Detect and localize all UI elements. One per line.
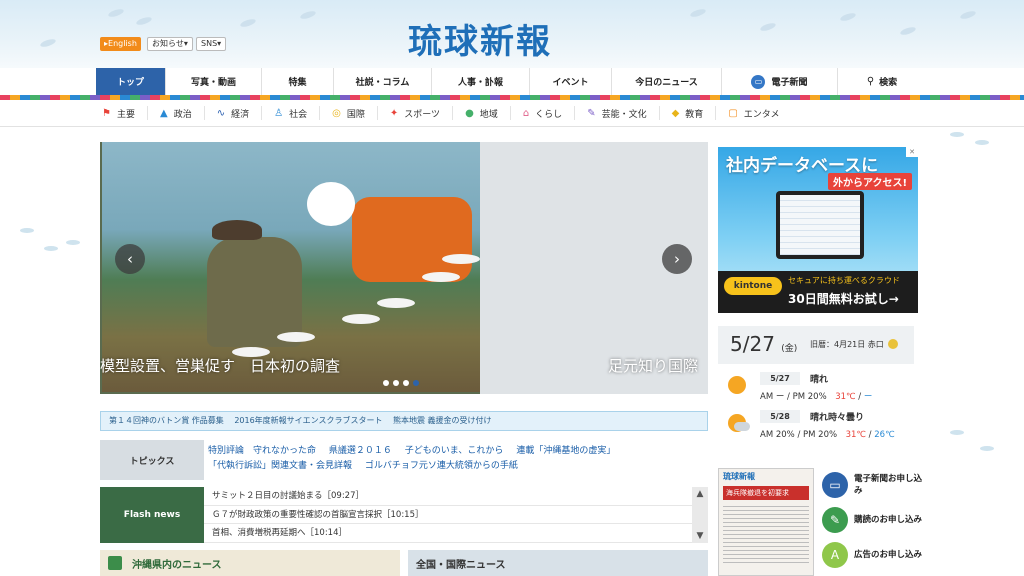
building-icon: ▲: [159, 107, 168, 119]
next-slide-caption[interactable]: 足元知り国際: [608, 355, 698, 376]
okinawa-map-icon: [108, 556, 122, 570]
newspaper-icon: ✎: [822, 507, 848, 533]
sns-dropdown[interactable]: SNS▾: [196, 37, 227, 51]
flag-icon: ⚑: [102, 107, 111, 119]
topic-link[interactable]: 子どものいま、これから: [405, 446, 504, 456]
site-logo[interactable]: 琉球新報: [408, 14, 552, 63]
cap-icon: ◆: [671, 107, 680, 119]
announcement-ticker[interactable]: 第１４回神のバトン賞 作品募集 2016年度新報サイエンスクラブスタート 熊本地…: [100, 411, 708, 431]
ad-brand: kintone: [724, 277, 782, 295]
scroll-up-button[interactable]: ▲: [692, 487, 708, 501]
next-slide-button[interactable]: ›: [662, 244, 692, 274]
pin-icon: ●: [465, 107, 474, 119]
people-icon: ♙: [274, 107, 284, 119]
nav-events[interactable]: イベント: [530, 68, 612, 95]
chevron-left-icon: ‹: [127, 250, 133, 268]
e-paper-signup-link[interactable]: ▭ 電子新聞お申し込み: [822, 468, 922, 502]
slider-dot[interactable]: [383, 380, 389, 386]
nav-personnel[interactable]: 人事・訃報: [432, 68, 530, 95]
flash-news-item[interactable]: 首相、消費増税再延期へ［10:14］: [204, 524, 692, 544]
category-main[interactable]: ⚑ 主要: [90, 106, 148, 120]
topics-links: 特別評論 守れなかった命 県議選２０１６ 子どものいま、これから 連載「沖縄基地…: [208, 444, 708, 474]
national-news-heading[interactable]: 全国・国際ニュース: [408, 550, 708, 576]
lunar-date: 旧暦：4月21日 赤口: [810, 339, 899, 350]
chevron-up-icon: ▲: [696, 489, 704, 499]
brush-icon: ✎: [587, 107, 596, 119]
screen-icon: ▢: [728, 107, 738, 119]
newspaper-thumbnail[interactable]: 琉球新報 海兵隊撤退を初要求: [718, 468, 814, 576]
chevron-down-icon: ▼: [696, 531, 704, 541]
slider-dot[interactable]: [393, 380, 399, 386]
runner-icon: ✦: [389, 107, 399, 119]
monitor-icon: ▭: [751, 74, 766, 89]
sun-cloud-icon: [728, 414, 750, 432]
scroll-down-button[interactable]: ▼: [692, 529, 708, 543]
house-icon: ⌂: [522, 107, 530, 119]
subscription-signup-link[interactable]: ✎ 購読のお申し込み: [822, 503, 922, 537]
advertising-signup-link[interactable]: A 広告のお申し込み: [822, 538, 922, 572]
moon-icon: [888, 339, 899, 349]
category-nav: ⚑ 主要 ▲ 政治 ∿ 経済 ♙ 社会 ◎ 国際 ✦ スポーツ ● 地域 ⌂ くらし ✎ 芸能・文…: [90, 100, 940, 126]
advertisement-banner[interactable]: 社内データベースに 外からアクセス! kintone セキュアに持ち運べるクラウ…: [718, 147, 918, 313]
nav-photo-video[interactable]: 写真・動画: [166, 68, 262, 95]
main-nav: トップ 写真・動画 特集 社説・コラム 人事・訃報 イベント 今日のニュース ▭…: [96, 68, 926, 95]
trend-icon: ∿: [216, 107, 226, 119]
globe-icon: ◎: [332, 107, 341, 119]
category-international[interactable]: ◎ 国際: [320, 106, 378, 120]
sun-icon: [728, 376, 746, 394]
category-arts[interactable]: ✎ 芸能・文化: [575, 106, 660, 120]
nav-features[interactable]: 特集: [262, 68, 334, 95]
slider-dot[interactable]: [403, 380, 409, 386]
category-society[interactable]: ♙ 社会: [262, 106, 321, 120]
newspaper-headline: 海兵隊撤退を初要求: [723, 486, 809, 500]
nav-top[interactable]: トップ: [96, 68, 166, 95]
weather-row: 5/28 晴れ時々曇り AM 20% / PM 20% 31℃ / 26℃: [718, 406, 914, 444]
topic-link[interactable]: 県議選２０１６: [329, 446, 392, 456]
topic-link[interactable]: 特別評論 守れなかった命: [208, 446, 316, 456]
ad-cta: 30日間無料お試し→: [788, 292, 899, 306]
category-region[interactable]: ● 地域: [453, 106, 511, 120]
featured-slider[interactable]: 模型設置、営巣促す 日本初の調査 足元知り国際 ‹ ›: [100, 142, 708, 394]
weather-header: 5/27 (金) 旧暦：4月21日 赤口: [718, 326, 914, 364]
ad-icon: A: [822, 542, 848, 568]
header-band: 琉球新報: [0, 0, 1024, 68]
weather-date: 5/27 (金): [730, 332, 798, 356]
tablet-image: [776, 191, 864, 259]
chevron-right-icon: ›: [674, 250, 680, 268]
topics-label: トピックス: [100, 440, 204, 480]
flash-news-item[interactable]: サミット２日目の討議始まる［09:27］: [204, 487, 692, 506]
topic-link[interactable]: 連載「沖縄基地の虚実」: [516, 446, 615, 456]
flash-news-item[interactable]: Ｇ７が財政政策の重要性確認の首脳宣言採択［10:15］: [204, 506, 692, 525]
category-education[interactable]: ◆ 教育: [660, 106, 717, 120]
newspaper-title: 琉球新報: [723, 472, 755, 481]
local-news-heading[interactable]: 沖縄県内のニュース: [100, 550, 400, 576]
slider-dots: [383, 380, 419, 386]
nav-e-paper[interactable]: ▭ 電子新聞: [722, 68, 838, 95]
slider-dot-active[interactable]: [413, 380, 419, 386]
flash-news-scroller: ▲ ▼: [692, 487, 708, 543]
ad-subhead: 外からアクセス!: [828, 173, 913, 190]
category-entertainment[interactable]: ▢ エンタメ: [716, 106, 791, 120]
monitor-icon: ▭: [822, 472, 848, 498]
ad-close-icon[interactable]: ✕: [906, 147, 918, 157]
english-link[interactable]: ▸English: [100, 37, 141, 51]
notices-dropdown[interactable]: お知らせ▾: [147, 37, 193, 51]
ad-tagline: セキュアに持ち運べるクラウド: [788, 276, 900, 285]
category-life[interactable]: ⌂ くらし: [511, 106, 576, 120]
flash-news-list: サミット２日目の討議始まる［09:27］ Ｇ７が財政政策の重要性確認の首脳宣言採…: [204, 487, 692, 544]
slide-caption[interactable]: 模型設置、営巣促す 日本初の調査: [100, 355, 340, 376]
flash-news-label: Flash news: [100, 487, 204, 543]
category-politics[interactable]: ▲ 政治: [148, 106, 205, 120]
topic-link[interactable]: 「代執行訴訟」関連文書・会見詳報: [208, 461, 352, 471]
nav-search[interactable]: ⚲ 検索: [838, 68, 926, 95]
topic-link[interactable]: ゴルバチョフ元ソ連大統領からの手紙: [365, 461, 518, 471]
search-icon: ⚲: [866, 76, 875, 87]
nav-editorial[interactable]: 社説・コラム: [334, 68, 432, 95]
weather-row: 5/27 晴れ AM ー / PM 20% 31℃ / ー: [718, 368, 914, 406]
nav-todays-news[interactable]: 今日のニュース: [612, 68, 722, 95]
prev-slide-button[interactable]: ‹: [115, 244, 145, 274]
category-economy[interactable]: ∿ 経済: [205, 106, 263, 120]
category-sports[interactable]: ✦ スポーツ: [378, 106, 454, 120]
